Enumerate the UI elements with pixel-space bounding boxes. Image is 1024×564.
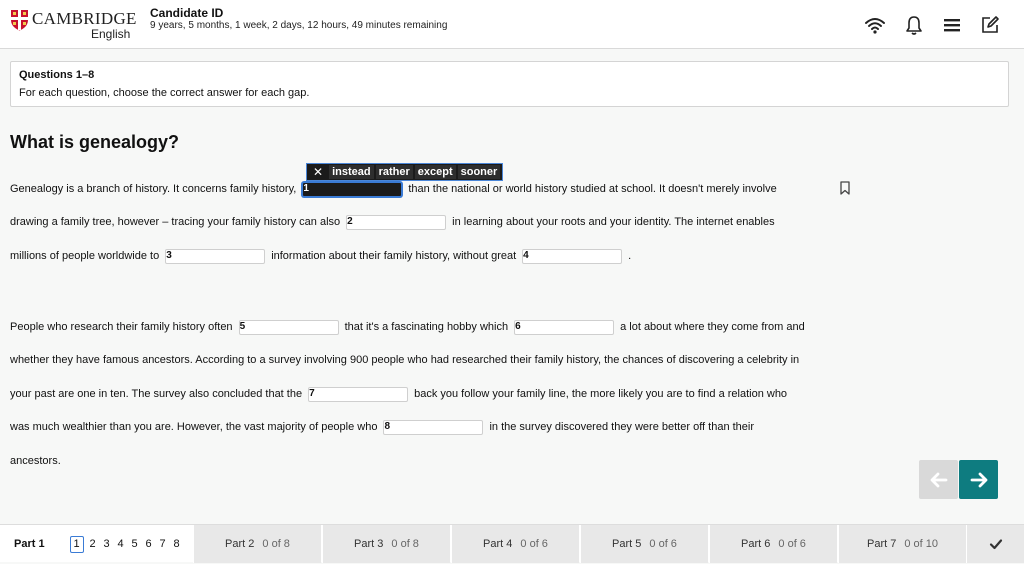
- part-4-tab[interactable]: Part 4 0 of 6: [451, 525, 579, 563]
- question-5-button[interactable]: 5: [128, 538, 142, 550]
- instructions-box: Questions 1–8 For each question, choose …: [10, 61, 1009, 107]
- passage-text: drawing a family tree, however – tracing…: [10, 216, 341, 228]
- next-button[interactable]: [959, 460, 998, 499]
- part-name: Part 5: [612, 538, 642, 550]
- part-5-tab[interactable]: Part 5 0 of 6: [580, 525, 708, 563]
- part-count: 0 of 6: [520, 538, 548, 550]
- passage-text: was much wealthier than you are. However…: [10, 421, 378, 433]
- passage-text: Genealogy is a branch of history. It con…: [10, 183, 297, 195]
- part-6-tab[interactable]: Part 6 0 of 6: [709, 525, 837, 563]
- part-name: Part 6: [741, 538, 771, 550]
- passage-line: millions of people worldwide to 3 inform…: [10, 247, 631, 265]
- part-count: 0 of 8: [262, 538, 290, 550]
- part-count: 0 of 6: [649, 538, 677, 550]
- check-icon: [989, 539, 1002, 550]
- passage-text: that it's a fascinating hobby which: [344, 321, 509, 333]
- finish-test-button[interactable]: [966, 525, 1024, 563]
- part-count: 0 of 10: [904, 538, 938, 550]
- passage-text: whether they have famous ancestors. Acco…: [10, 354, 800, 366]
- question-3-button[interactable]: 3: [100, 538, 114, 550]
- gap-4[interactable]: 4: [522, 248, 623, 264]
- question-2-button[interactable]: 2: [86, 538, 100, 550]
- previous-button[interactable]: [919, 460, 958, 499]
- part-name: Part 7: [867, 538, 897, 550]
- cambridge-shield-icon: [11, 10, 28, 31]
- wifi-icon[interactable]: [864, 14, 886, 36]
- logo-text: CAMBRIDGE: [32, 9, 137, 28]
- candidate-id-label: Candidate ID: [150, 6, 224, 20]
- passage-text: ancestors.: [10, 455, 61, 467]
- part-1-tab[interactable]: Part 1 1 2 3 4 5 6 7 8: [0, 525, 193, 563]
- option-instead[interactable]: instead: [329, 165, 374, 179]
- passage-text: in the survey discovered they were bette…: [489, 421, 755, 433]
- part-navigation-bar: Part 1 1 2 3 4 5 6 7 8 Part 2 0 of 8 Par…: [0, 524, 1024, 563]
- passage-text: People who research their family history…: [10, 321, 233, 333]
- header: CAMBRIDGE English Candidate ID 9 years, …: [0, 0, 1024, 49]
- instructions-text: For each question, choose the correct an…: [19, 87, 310, 99]
- answer-options-popup: ✕ instead rather except sooner: [306, 163, 504, 181]
- part-name: Part 4: [483, 538, 513, 550]
- arrow-right-icon: [970, 472, 987, 487]
- passage-line: your past are one in ten. The survey als…: [10, 385, 787, 403]
- logo-subtext: English: [91, 27, 131, 41]
- option-rather[interactable]: rather: [375, 165, 413, 179]
- question-4-button[interactable]: 4: [114, 538, 128, 550]
- gap-2[interactable]: 2: [346, 214, 447, 230]
- passage-line: People who research their family history…: [10, 318, 805, 336]
- gap-3[interactable]: 3: [165, 248, 266, 264]
- bookmark-icon[interactable]: [839, 181, 851, 195]
- passage-text: a lot about where they come from and: [620, 321, 805, 333]
- cambridge-logo: CAMBRIDGE English: [10, 8, 137, 42]
- gap-8[interactable]: 8: [383, 419, 484, 435]
- question-7-button[interactable]: 7: [156, 538, 170, 550]
- passage-line: whether they have famous ancestors. Acco…: [10, 351, 799, 369]
- passage-text: in learning about your roots and your id…: [452, 216, 775, 228]
- passage-text: your past are one in ten. The survey als…: [10, 388, 303, 400]
- close-options-icon[interactable]: ✕: [309, 165, 327, 179]
- part-7-tab[interactable]: Part 7 0 of 10: [838, 525, 966, 563]
- instructions-title: Questions 1–8: [19, 69, 95, 81]
- question-1-button[interactable]: 1: [69, 535, 84, 553]
- passage-text: .: [628, 250, 632, 262]
- question-6-button[interactable]: 6: [142, 538, 156, 550]
- arrow-left-icon: [930, 472, 947, 487]
- gap-6[interactable]: 6: [514, 319, 615, 335]
- part-count: 0 of 6: [778, 538, 806, 550]
- part-3-tab[interactable]: Part 3 0 of 8: [322, 525, 450, 563]
- option-except[interactable]: except: [414, 165, 456, 179]
- gap-5[interactable]: 5: [238, 319, 339, 335]
- gap-1[interactable]: 1: [302, 181, 403, 197]
- part-count: 0 of 8: [391, 538, 419, 550]
- passage-text: millions of people worldwide to: [10, 250, 160, 262]
- part-name: Part 3: [354, 538, 384, 550]
- passage-text: back you follow your family line, the mo…: [414, 388, 788, 400]
- passage-line: was much wealthier than you are. However…: [10, 418, 754, 436]
- passage-line: Genealogy is a branch of history. It con…: [10, 180, 777, 198]
- gap-7[interactable]: 7: [308, 386, 409, 402]
- option-sooner[interactable]: sooner: [457, 165, 501, 179]
- question-8-button[interactable]: 8: [170, 538, 184, 550]
- time-remaining: 9 years, 5 months, 1 week, 2 days, 12 ho…: [150, 20, 448, 31]
- passage-title: What is genealogy?: [10, 132, 180, 152]
- part-name: Part 2: [225, 538, 255, 550]
- passage-text: information about their family history, …: [271, 250, 517, 262]
- passage-text: than the national or world history studi…: [408, 183, 777, 195]
- bell-icon[interactable]: [903, 14, 925, 36]
- menu-icon[interactable]: [941, 14, 963, 36]
- edit-icon[interactable]: [979, 14, 1001, 36]
- part-2-tab[interactable]: Part 2 0 of 8: [193, 525, 321, 563]
- passage-line: ancestors.: [10, 452, 61, 470]
- passage-line: drawing a family tree, however – tracing…: [10, 213, 775, 231]
- part-1-label: Part 1: [14, 538, 45, 550]
